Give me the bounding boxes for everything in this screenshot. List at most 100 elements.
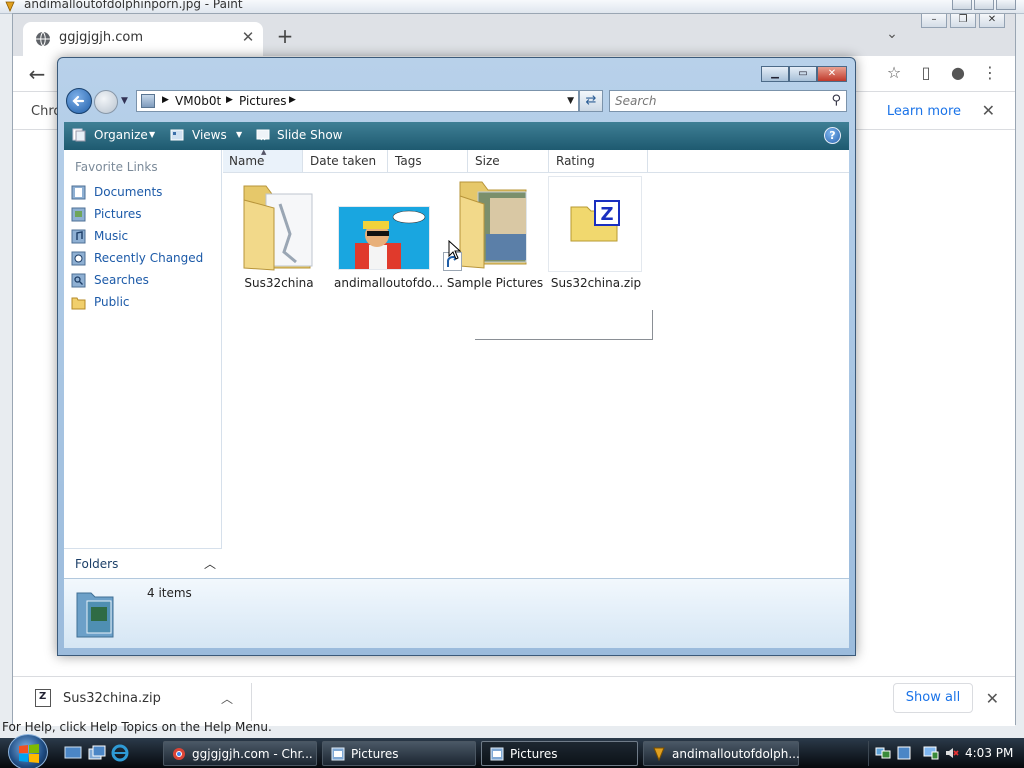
zip-folder-icon: Z [570, 200, 620, 242]
recently-changed-icon [71, 251, 86, 266]
favorite-link-label: Public [94, 295, 130, 309]
favorite-link-searches[interactable]: Searches [71, 271, 216, 291]
organize-button[interactable]: Organize [94, 128, 148, 142]
favorite-links-heading: Favorite Links [75, 160, 158, 174]
column-header-tags[interactable]: Tags [389, 150, 468, 172]
explorer-minimize-button[interactable]: ▁ [761, 66, 789, 82]
show-desktop-icon[interactable] [64, 744, 82, 762]
chrome-close-button[interactable]: ✕ [979, 14, 1005, 28]
taskbar-button-label: Pictures [351, 747, 399, 761]
column-header-label: Size [475, 154, 500, 168]
chrome-icon [173, 748, 185, 760]
language-icon[interactable] [896, 745, 912, 761]
start-button[interactable] [8, 734, 48, 768]
favorite-link-public[interactable]: Public [71, 293, 216, 313]
views-icon [170, 129, 184, 141]
switch-windows-icon[interactable] [88, 744, 106, 762]
recent-pages-chevron-icon[interactable]: ▼ [121, 96, 128, 106]
searches-icon [71, 273, 86, 288]
search-input[interactable]: Search ⚲ [609, 90, 847, 112]
star-icon[interactable]: ☆ [883, 62, 905, 84]
paint-maximize-button[interactable] [974, 0, 994, 10]
tab-search-chevron-icon[interactable]: ⌄ [883, 26, 901, 44]
slideshow-button[interactable]: Slide Show [277, 128, 342, 142]
info-bar-close-icon[interactable]: ✕ [982, 101, 995, 120]
column-header-date-taken[interactable]: Date taken [304, 150, 388, 172]
chrome-tabstrip: ggjgjgjh.com ✕ + ⌄ – ❐ ✕ [13, 14, 1015, 56]
internet-explorer-icon[interactable] [111, 744, 129, 762]
organize-dropdown-icon[interactable]: ▼ [149, 130, 155, 139]
file-item-sus32china-folder[interactable]: Sus32china [226, 176, 332, 294]
breadcrumb-arrow-icon[interactable]: ▶ [162, 95, 169, 105]
paint-minimize-button[interactable] [952, 0, 972, 10]
show-all-button[interactable]: Show all [893, 683, 973, 713]
column-header-size[interactable]: Size [469, 150, 549, 172]
download-shelf: Z Sus32china.zip ︿ Show all ✕ [13, 676, 1015, 726]
download-item[interactable]: Z Sus32china.zip ︿ [33, 689, 253, 715]
file-item-label: andimalloutofdo... [334, 276, 444, 290]
refresh-button[interactable]: ⇄ [579, 90, 603, 112]
file-item-image[interactable]: andimalloutofdo... [334, 176, 444, 294]
column-header-rating[interactable]: Rating [550, 150, 648, 172]
breadcrumb-arrow-icon[interactable]: ▶ [226, 95, 233, 105]
navigation-pane: Favorite Links Documents Pictures Music … [64, 150, 222, 578]
search-placeholder: Search [615, 94, 657, 108]
favorite-link-documents[interactable]: Documents [71, 183, 216, 203]
breadcrumb-pictures[interactable]: Pictures [239, 94, 287, 108]
chevron-up-icon[interactable]: ︿ [204, 555, 216, 572]
favorite-link-recently-changed[interactable]: Recently Changed [71, 249, 216, 269]
search-icon[interactable]: ⚲ [831, 93, 841, 108]
taskbar-button-label: Pictures [510, 747, 558, 761]
side-panel-icon[interactable]: ▯ [915, 62, 937, 84]
taskbar-button-paint[interactable]: andimalloutofdolph... [643, 741, 800, 766]
taskbar-button-label: andimalloutofdolph... [672, 747, 800, 761]
file-item-sample-pictures[interactable]: Sample Pictures [442, 176, 548, 294]
folders-toggle[interactable]: Folders ︿ [64, 548, 222, 578]
profile-icon[interactable]: ● [947, 62, 969, 84]
divider [223, 172, 849, 173]
download-shelf-close-icon[interactable]: ✕ [986, 689, 999, 708]
file-item-label: Sus32china [244, 276, 314, 290]
forward-button[interactable] [94, 90, 118, 114]
pictures-folder-icon [76, 592, 114, 638]
chrome-restore-button[interactable]: ❐ [950, 14, 976, 28]
clock[interactable]: 4:03 PM [965, 746, 1013, 760]
file-item-zip[interactable]: Z Sus32china.zip [543, 176, 649, 294]
breadcrumb-arrow-icon[interactable]: ▶ [289, 95, 296, 105]
breadcrumb-vm0b0t[interactable]: VM0b0t [175, 94, 221, 108]
mouse-cursor-icon [448, 240, 462, 260]
explorer-close-button[interactable]: ✕ [817, 66, 847, 82]
new-tab-icon[interactable]: + [275, 26, 295, 46]
volume-muted-icon[interactable] [944, 745, 960, 761]
help-icon[interactable]: ? [824, 127, 841, 144]
back-button[interactable] [66, 88, 92, 114]
kebab-menu-icon[interactable]: ⋮ [979, 62, 1001, 84]
svg-text:Z: Z [600, 204, 613, 225]
paint-icon [653, 747, 665, 761]
chevron-up-icon[interactable]: ︿ [221, 690, 233, 707]
paint-close-button[interactable] [996, 0, 1016, 10]
organize-icon [72, 128, 86, 142]
display-icon[interactable] [923, 745, 939, 761]
column-header-name[interactable]: ▲ Name [223, 148, 303, 172]
views-button[interactable]: Views [192, 128, 227, 142]
favorite-link-pictures[interactable]: Pictures [71, 205, 216, 225]
address-bar[interactable]: ▶ VM0b0t ▶ Pictures ▶ ▼ [136, 90, 579, 112]
taskbar-button-chrome[interactable]: ggjgjgjh.com - Chr... [163, 741, 317, 766]
taskbar: ggjgjgjh.com - Chr... Pictures Pictures … [0, 734, 1024, 768]
favorite-link-label: Recently Changed [94, 251, 204, 265]
details-pane: 4 items [64, 578, 849, 648]
taskbar-button-pictures-1[interactable]: Pictures [322, 741, 476, 766]
explorer-maximize-button[interactable]: ▭ [789, 66, 817, 82]
chrome-minimize-button[interactable]: – [921, 14, 947, 28]
network-icon[interactable] [875, 745, 891, 761]
favorite-link-music[interactable]: Music [71, 227, 216, 247]
explorer-icon [490, 747, 504, 761]
close-tab-icon[interactable]: ✕ [239, 28, 257, 46]
views-dropdown-icon[interactable]: ▼ [236, 130, 242, 139]
address-dropdown-icon[interactable]: ▼ [567, 96, 574, 106]
chrome-tab[interactable]: ggjgjgjh.com ✕ [23, 22, 263, 56]
back-arrow-icon[interactable]: ← [25, 62, 49, 86]
learn-more-link[interactable]: Learn more [887, 104, 961, 119]
taskbar-button-pictures-2[interactable]: Pictures [481, 741, 638, 766]
